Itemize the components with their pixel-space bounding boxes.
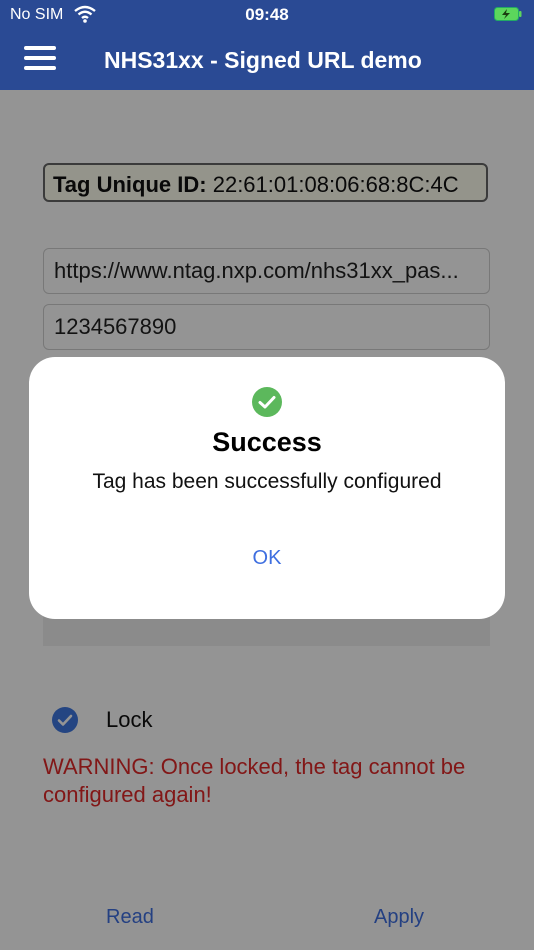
hamburger-menu-icon[interactable] <box>24 46 56 70</box>
success-dialog: Success Tag has been successfully config… <box>29 357 505 619</box>
dialog-ok-button[interactable]: OK <box>29 547 505 570</box>
status-bar: No SIM 09:48 <box>0 0 534 30</box>
nav-bar: NHS31xx - Signed URL demo <box>0 30 534 90</box>
success-check-icon <box>252 387 282 417</box>
battery-icon <box>494 7 522 21</box>
clock: 09:48 <box>245 5 289 24</box>
dialog-title: Success <box>212 427 322 457</box>
page-title: NHS31xx - Signed URL demo <box>104 47 422 73</box>
dialog-message: Tag has been successfully configured <box>92 470 442 493</box>
